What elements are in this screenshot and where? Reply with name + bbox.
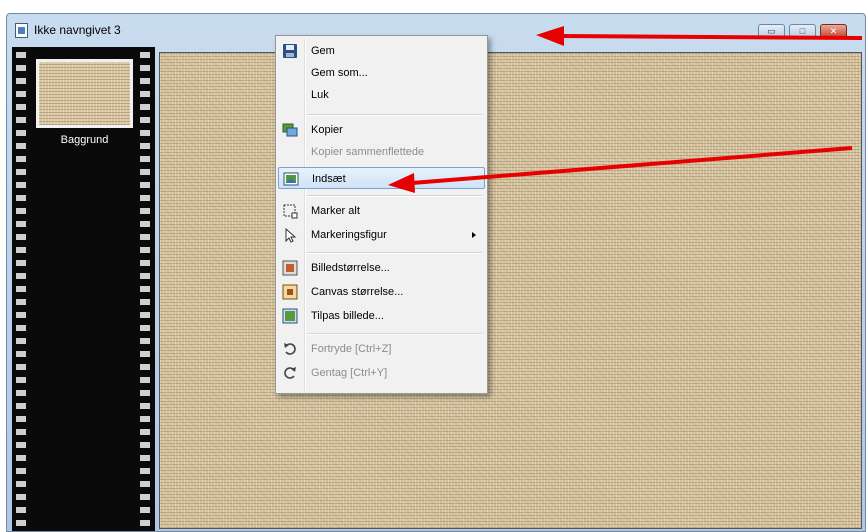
selection-shape-icon xyxy=(285,227,297,243)
window-title: Ikke navngivet 3 xyxy=(34,23,121,37)
menu-item-markeringsfigur[interactable]: Markeringsfigur xyxy=(278,224,485,246)
maximize-button[interactable]: □ xyxy=(789,24,816,39)
minimize-button[interactable]: ▭ xyxy=(758,24,785,39)
menu-item-tilpas-billede[interactable]: Tilpas billede... xyxy=(278,305,485,327)
menu-item-label: Kopier xyxy=(311,124,343,136)
menu-separator xyxy=(307,333,482,335)
menu-separator xyxy=(307,195,482,197)
menu-item-label: Canvas størrelse... xyxy=(311,286,404,298)
paste-image-icon xyxy=(283,172,299,186)
layer-filmstrip: Baggrund xyxy=(12,47,155,531)
fit-image-icon xyxy=(282,308,298,324)
menu-item-gem-som[interactable]: Gem som... xyxy=(278,62,485,84)
menu-item-gem[interactable]: Gem xyxy=(278,40,485,62)
menu-item-billedstorrelse[interactable]: Billedstørrelse... xyxy=(278,257,485,279)
image-size-icon xyxy=(282,260,298,276)
menu-item-label: Indsæt xyxy=(312,173,346,185)
menu-item-marker-alt[interactable]: Marker alt xyxy=(278,200,485,222)
menu-item-luk[interactable]: Luk xyxy=(278,84,485,106)
layer-thumbnail[interactable] xyxy=(36,59,133,128)
menu-item-label: Gem som... xyxy=(311,67,368,79)
context-menu: Gem Gem som... Luk Kopier Kopier sammenf… xyxy=(275,35,488,394)
menu-item-label: Gem xyxy=(311,45,335,57)
menu-item-label: Tilpas billede... xyxy=(311,310,384,322)
menu-separator xyxy=(307,114,482,116)
menu-item-label: Fortryde [Ctrl+Z] xyxy=(311,343,392,355)
floppy-disk-icon xyxy=(283,44,297,58)
menu-item-fortryde[interactable]: Fortryde [Ctrl+Z] xyxy=(278,338,485,360)
image-canvas[interactable] xyxy=(159,52,862,529)
copy-image-icon xyxy=(282,123,298,137)
close-button[interactable]: ✕ xyxy=(820,24,847,39)
canvas-size-icon xyxy=(282,284,298,300)
menu-separator xyxy=(307,252,482,254)
film-perforation-right xyxy=(140,47,150,531)
film-perforation-left xyxy=(16,47,26,531)
menu-item-kopier[interactable]: Kopier xyxy=(278,119,485,141)
layer-label: Baggrund xyxy=(60,134,109,146)
menu-item-label: Markeringsfigur xyxy=(311,229,387,241)
menu-item-label: Luk xyxy=(311,89,329,101)
menu-item-label: Kopier sammenflettede xyxy=(311,146,425,158)
redo-icon xyxy=(284,367,296,379)
menu-item-indsaet[interactable]: Indsæt xyxy=(278,167,485,189)
menu-item-kopier-sammenflettede[interactable]: Kopier sammenflettede xyxy=(278,141,485,163)
menu-item-label: Gentag [Ctrl+Y] xyxy=(311,367,388,379)
document-icon xyxy=(15,23,28,38)
menu-item-label: Billedstørrelse... xyxy=(311,262,390,274)
menu-item-canvas-storrelse[interactable]: Canvas størrelse... xyxy=(278,281,485,303)
menu-item-gentag[interactable]: Gentag [Ctrl+Y] xyxy=(278,362,485,384)
menu-item-label: Marker alt xyxy=(311,205,360,217)
submenu-arrow-icon xyxy=(472,232,476,238)
select-all-icon xyxy=(283,204,298,219)
undo-icon xyxy=(284,343,296,355)
